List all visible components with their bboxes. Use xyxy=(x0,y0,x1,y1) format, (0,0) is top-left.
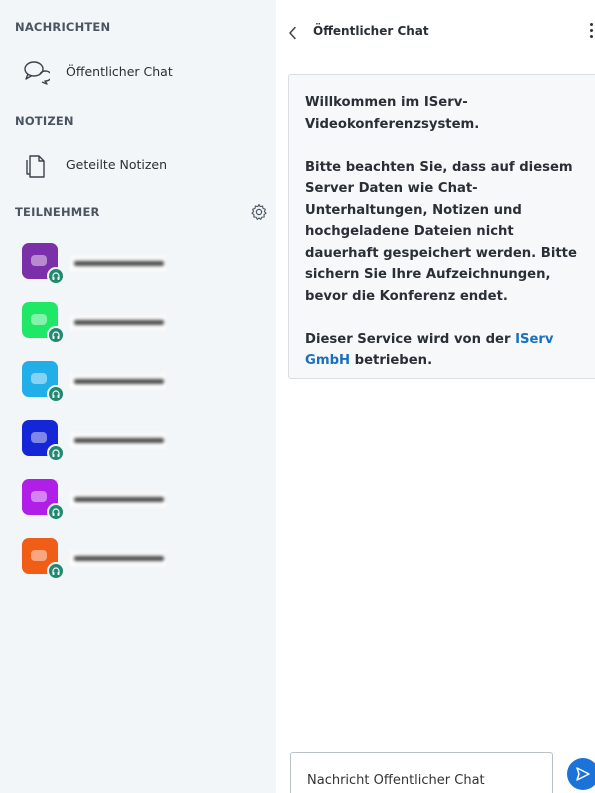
chat-back-button[interactable]: Öffentlicher Chat xyxy=(288,22,588,42)
participant-name xyxy=(70,312,166,332)
chat-bubbles-icon xyxy=(22,58,53,86)
chat-panel: Öffentlicher Chat Willkommen im IServ-Vi… xyxy=(276,0,595,793)
sidebar-item-label: Öffentlicher Chat xyxy=(66,64,173,79)
headset-icon xyxy=(47,385,65,403)
message-input[interactable] xyxy=(290,752,553,793)
participant-item[interactable] xyxy=(0,355,276,407)
participant-name xyxy=(70,371,166,391)
chevron-left-icon xyxy=(288,25,298,44)
headset-icon xyxy=(47,267,65,285)
participant-name xyxy=(70,253,166,273)
gear-icon[interactable] xyxy=(250,203,268,221)
welcome-message: Willkommen im IServ-Videokonferenzsystem… xyxy=(288,74,595,379)
sidebar-item-public-chat[interactable]: Öffentlicher Chat xyxy=(0,52,276,92)
participant-item[interactable] xyxy=(0,414,276,466)
participant-name xyxy=(70,430,166,450)
welcome-line-1: Willkommen im IServ-Videokonferenzsystem… xyxy=(305,95,480,132)
welcome-line-3-prefix: Dieser Service wird von der xyxy=(305,331,511,347)
headset-icon xyxy=(47,326,65,344)
welcome-line-3-suffix: betrieben. xyxy=(354,353,433,368)
participant-item[interactable] xyxy=(0,532,276,584)
notes-section-title: NOTIZEN xyxy=(15,114,74,128)
headset-icon xyxy=(47,444,65,462)
participant-name xyxy=(70,489,166,509)
send-button[interactable] xyxy=(567,758,595,790)
sidebar-item-label: Geteilte Notizen xyxy=(66,157,168,172)
conference-window: NACHRICHTEN Öffentlicher Chat NOTIZEN Ge… xyxy=(0,0,595,793)
participant-item[interactable] xyxy=(0,237,276,289)
participant-item[interactable] xyxy=(0,296,276,348)
welcome-line-3: Dieser Service wird von der IServ GmbH b… xyxy=(305,329,588,372)
notes-document-icon xyxy=(22,151,50,179)
welcome-line-2: Bitte beachten Sie, dass auf diesem Serv… xyxy=(305,159,577,304)
participant-name xyxy=(70,548,166,568)
chat-title: Öffentlicher Chat xyxy=(313,24,429,38)
messages-section-title: NACHRICHTEN xyxy=(15,20,111,34)
participants-section-title: TEILNEHMER xyxy=(15,205,100,219)
more-options-icon[interactable] xyxy=(589,23,595,41)
headset-icon xyxy=(47,562,65,580)
participant-item[interactable] xyxy=(0,473,276,525)
headset-icon xyxy=(47,503,65,521)
sidebar-item-shared-notes[interactable]: Geteilte Notizen xyxy=(0,145,276,185)
sidebar: NACHRICHTEN Öffentlicher Chat NOTIZEN Ge… xyxy=(0,0,276,793)
